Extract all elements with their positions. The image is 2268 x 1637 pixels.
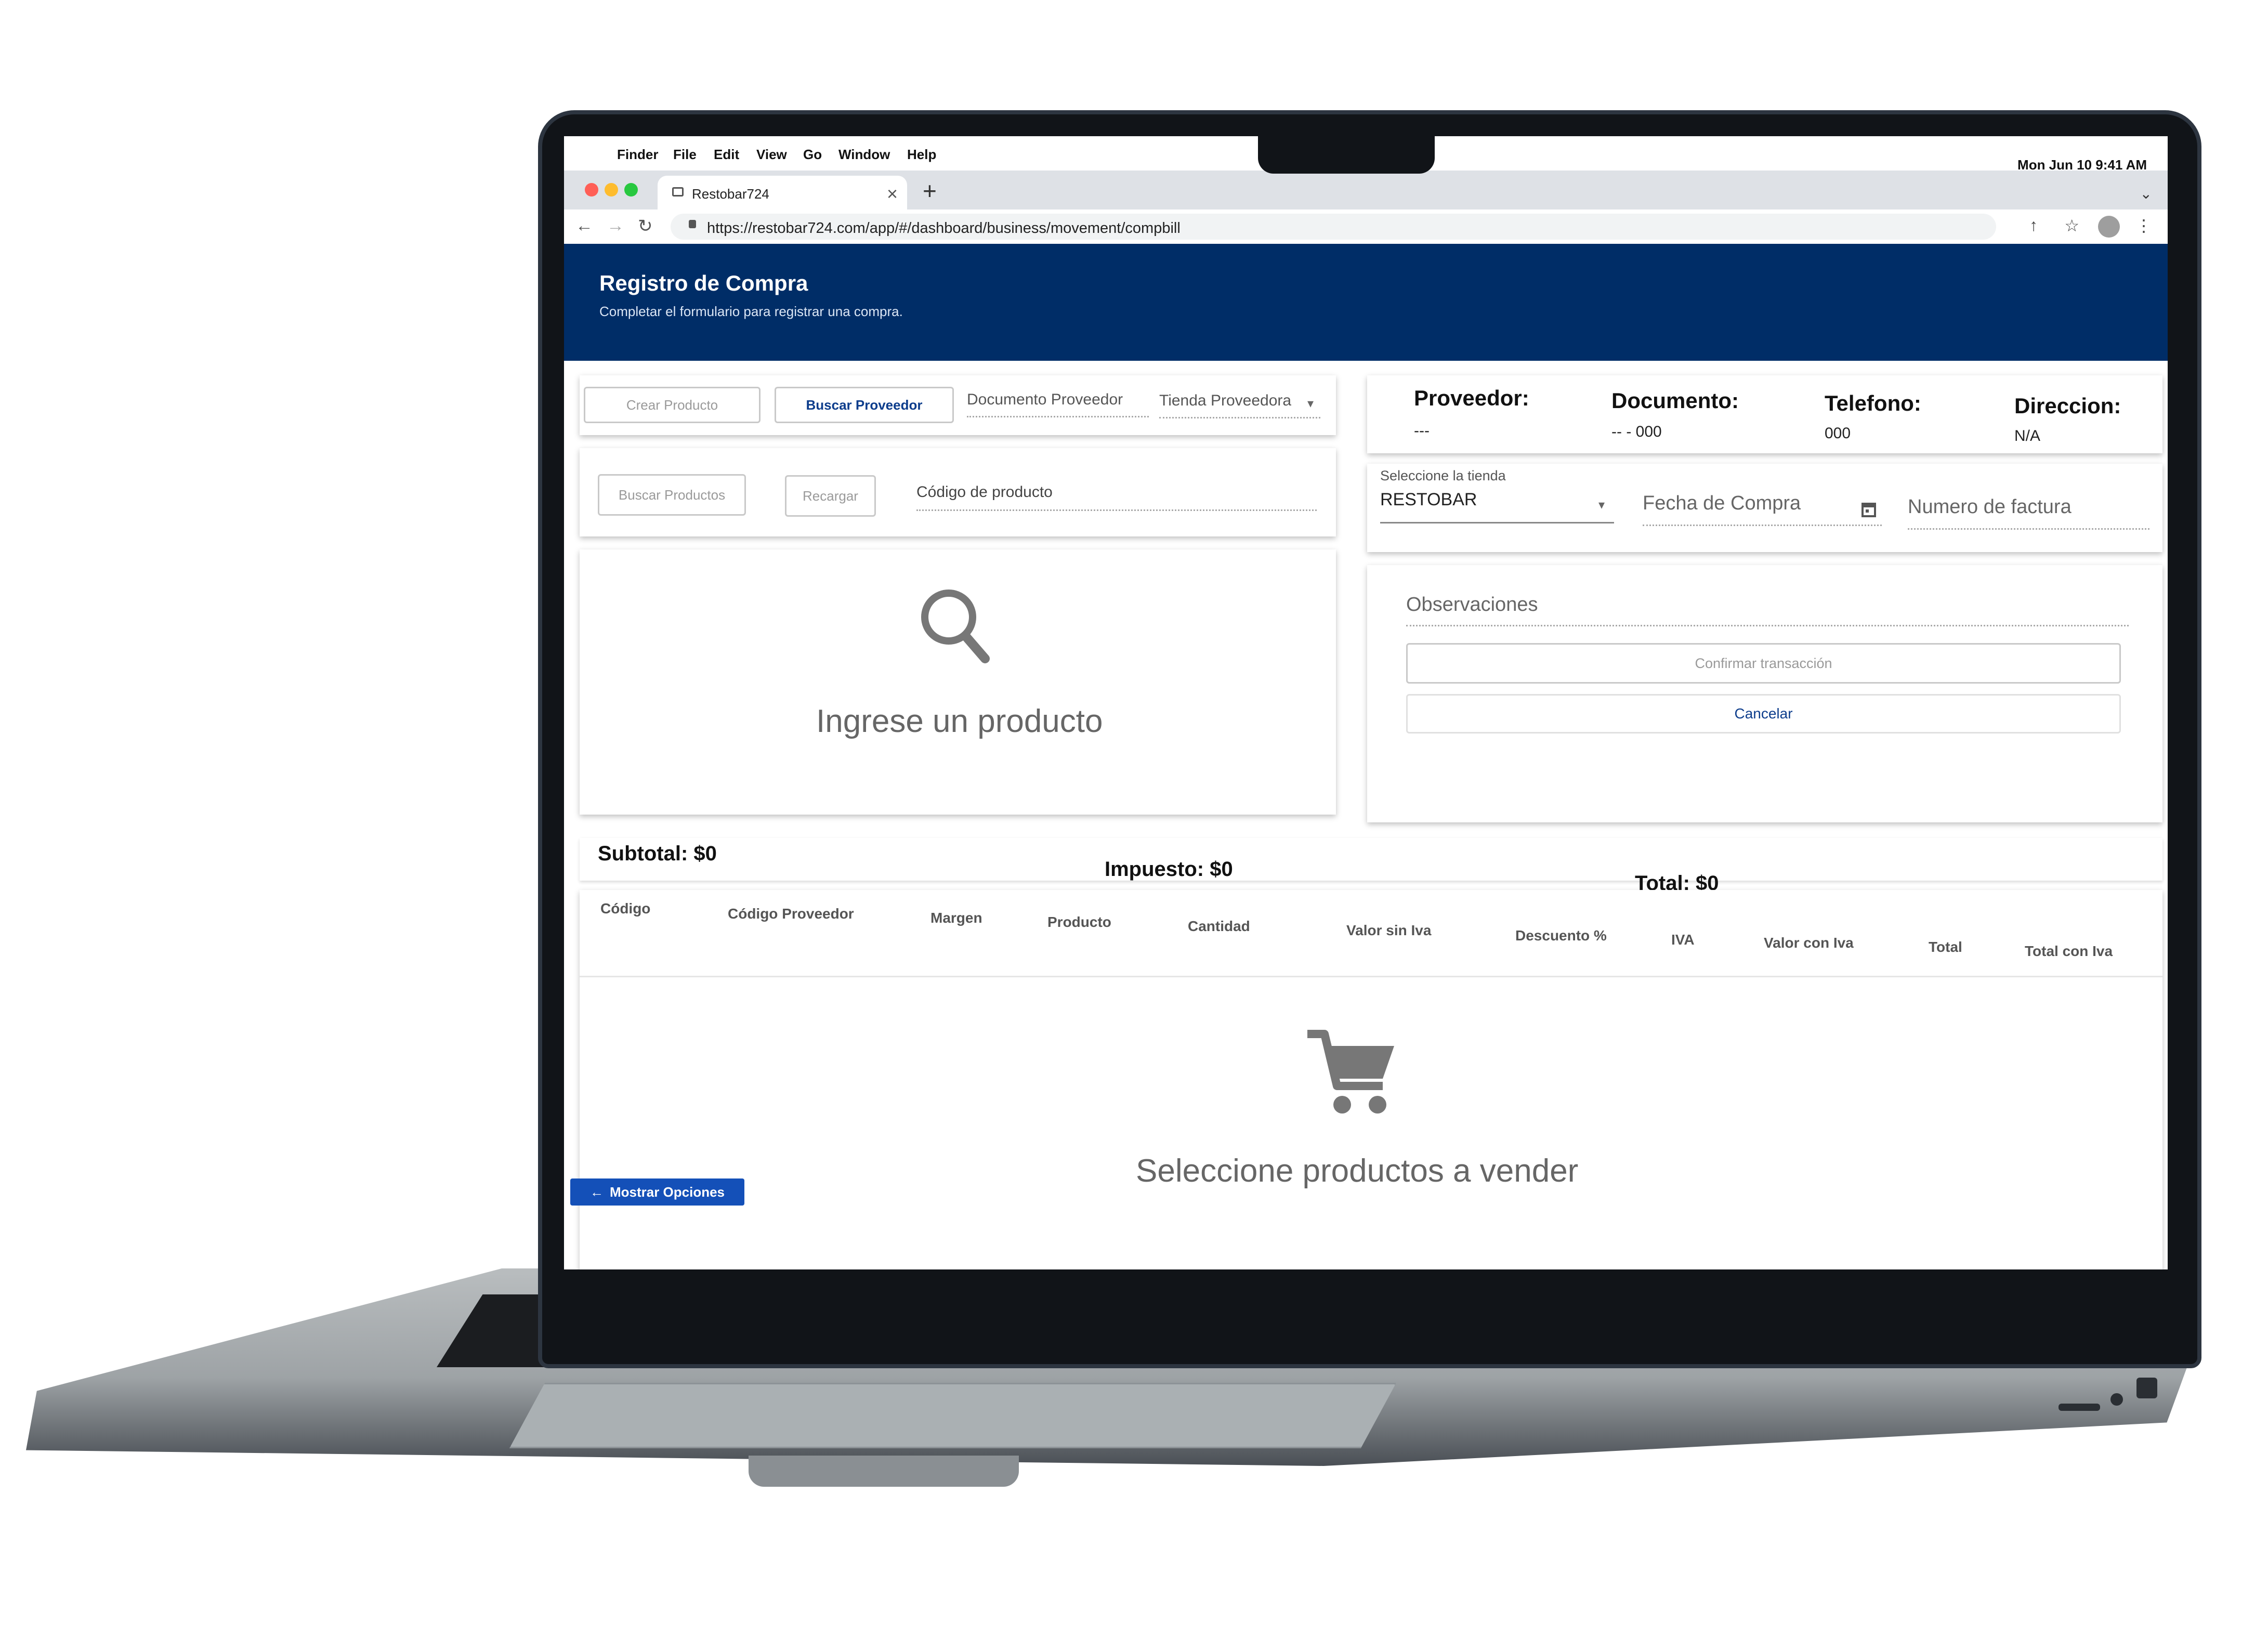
- totals-bar: Subtotal: $0 Impuesto: $0 Total: $0: [580, 838, 2162, 895]
- tab-close-icon[interactable]: ×: [887, 183, 898, 205]
- browser-tabstrip: Restobar724 × + ⌄: [564, 171, 2168, 209]
- empty-cart-message: Seleccione productos a vender: [1136, 1153, 1579, 1189]
- menu-window[interactable]: Window: [838, 147, 890, 163]
- chevron-down-icon: ▾: [1598, 498, 1605, 512]
- col-valor-con-iva: Valor con Iva: [1764, 935, 1854, 951]
- actions-card: Observaciones Confirmar transacción Canc…: [1367, 565, 2162, 822]
- documento-proveedor-input[interactable]: Documento Proveedor: [967, 391, 1149, 417]
- col-total-con-iva: Total con Iva: [2025, 943, 2113, 959]
- page-title: Registro de Compra: [599, 271, 808, 295]
- menu-finder[interactable]: Finder: [617, 147, 658, 163]
- buscar-productos-button[interactable]: Buscar Productos: [598, 474, 746, 516]
- back-icon[interactable]: ←: [575, 216, 593, 236]
- product-empty-card: Ingrese un producto: [580, 549, 1336, 815]
- cart-icon: [1307, 1030, 1394, 1114]
- window-close-button[interactable]: [585, 183, 598, 197]
- products-table: Código Código Proveedor Margen Producto …: [580, 890, 2162, 1269]
- empty-product-message: Ingrese un producto: [816, 703, 1103, 739]
- page-header: Registro de Compra Completar el formular…: [564, 244, 2168, 361]
- star-icon[interactable]: ☆: [2064, 216, 2079, 235]
- laptop-front-notch: [749, 1456, 1019, 1487]
- proveedor-value: ---: [1414, 422, 1430, 439]
- tab-search-chevron-icon[interactable]: ⌄: [2140, 185, 2152, 202]
- col-descuento: Descuento %: [1515, 927, 1607, 944]
- supplier-info-card: Proveedor: --- Documento: -- - 000 Telef…: [1367, 375, 2162, 453]
- store-form-card: Seleccione la tienda RESTOBAR ▾ Fecha de…: [1367, 464, 2162, 552]
- page-subtitle: Completar el formulario para registrar u…: [599, 304, 903, 319]
- subtotal-text: Subtotal: $0: [598, 842, 717, 865]
- tab-title: Restobar724: [692, 186, 769, 202]
- forward-icon[interactable]: →: [607, 216, 624, 236]
- share-icon[interactable]: ↑: [2029, 216, 2038, 235]
- sd-slot: [2059, 1404, 2100, 1411]
- confirmar-transaccion-button[interactable]: Confirmar transacción: [1406, 643, 2121, 684]
- documento-value: -- - 000: [1611, 423, 1662, 440]
- col-iva: IVA: [1671, 932, 1695, 948]
- supplier-toolbar-card: Crear Producto Buscar Proveedor Document…: [580, 375, 1336, 435]
- headphone-port: [2110, 1393, 2123, 1406]
- reload-icon[interactable]: ↻: [638, 216, 653, 237]
- numero-factura-input[interactable]: Numero de factura: [1908, 496, 2149, 530]
- telefono-label: Telefono:: [1825, 391, 1921, 415]
- tienda-label: Seleccione la tienda: [1380, 468, 1506, 483]
- menu-view[interactable]: View: [756, 147, 787, 163]
- url-text[interactable]: https://restobar724.com/app/#/dashboard/…: [707, 220, 1181, 237]
- buscar-proveedor-button[interactable]: Buscar Proveedor: [775, 387, 954, 423]
- more-icon[interactable]: ⋮: [2135, 216, 2152, 235]
- camera-notch: [1258, 136, 1435, 174]
- telefono-value: 000: [1825, 425, 1851, 442]
- menu-edit[interactable]: Edit: [714, 147, 739, 163]
- table-header-row: Código Código Proveedor Margen Producto …: [580, 890, 2162, 977]
- calendar-icon[interactable]: [1861, 501, 1877, 518]
- fecha-compra-input[interactable]: Fecha de Compra: [1643, 492, 1882, 526]
- observaciones-input[interactable]: Observaciones: [1406, 594, 2129, 626]
- product-search-card: Buscar Productos Recargar Código de prod…: [580, 448, 1336, 536]
- col-valor-sin-iva: Valor sin Iva: [1346, 922, 1432, 938]
- mostrar-opciones-button[interactable]: ← Mostrar Opciones: [570, 1178, 744, 1206]
- tienda-select[interactable]: RESTOBAR: [1380, 490, 1614, 523]
- browser-tab[interactable]: Restobar724 ×: [658, 176, 907, 209]
- window-minimize-button[interactable]: [605, 183, 618, 197]
- documento-label: Documento:: [1611, 388, 1739, 413]
- col-codigo: Código: [600, 900, 651, 916]
- menu-file[interactable]: File: [673, 147, 697, 163]
- search-icon: [921, 590, 990, 663]
- col-total: Total: [1929, 939, 1962, 955]
- new-tab-button[interactable]: +: [923, 177, 937, 205]
- browser-addressbar: ← → ↻ https://restobar724.com/app/#/dash…: [564, 209, 2168, 245]
- col-cantidad: Cantidad: [1188, 918, 1250, 934]
- laptop-trackpad: [509, 1383, 1396, 1448]
- proveedor-label: Proveedor:: [1414, 386, 1529, 410]
- tienda-proveedora-select[interactable]: Tienda Proveedora: [1159, 392, 1320, 418]
- usb-port: [2136, 1378, 2157, 1398]
- favicon-icon: [672, 187, 684, 197]
- profile-avatar[interactable]: [2098, 216, 2120, 238]
- arrow-left-icon: ←: [589, 1184, 604, 1200]
- crear-producto-button[interactable]: Crear Producto: [584, 387, 761, 423]
- direccion-label: Direccion:: [2014, 394, 2121, 418]
- mostrar-opciones-label: Mostrar Opciones: [609, 1184, 725, 1200]
- chevron-down-icon: ▾: [1307, 397, 1314, 411]
- screen: Finder File Edit View Go Window Help Mon…: [564, 136, 2168, 1269]
- window-zoom-button[interactable]: [624, 183, 638, 197]
- cancelar-button[interactable]: Cancelar: [1406, 694, 2121, 734]
- direccion-value: N/A: [2014, 427, 2041, 444]
- impuesto-text: Impuesto: $0: [1105, 858, 1233, 881]
- col-producto: Producto: [1047, 914, 1111, 930]
- codigo-producto-input[interactable]: Código de producto: [916, 483, 1317, 511]
- menu-help[interactable]: Help: [907, 147, 936, 163]
- menu-go[interactable]: Go: [803, 147, 822, 163]
- col-margen: Margen: [930, 910, 982, 926]
- lock-icon: [689, 220, 696, 228]
- recargar-button[interactable]: Recargar: [785, 475, 876, 517]
- col-codigo-proveedor: Código Proveedor: [728, 906, 854, 922]
